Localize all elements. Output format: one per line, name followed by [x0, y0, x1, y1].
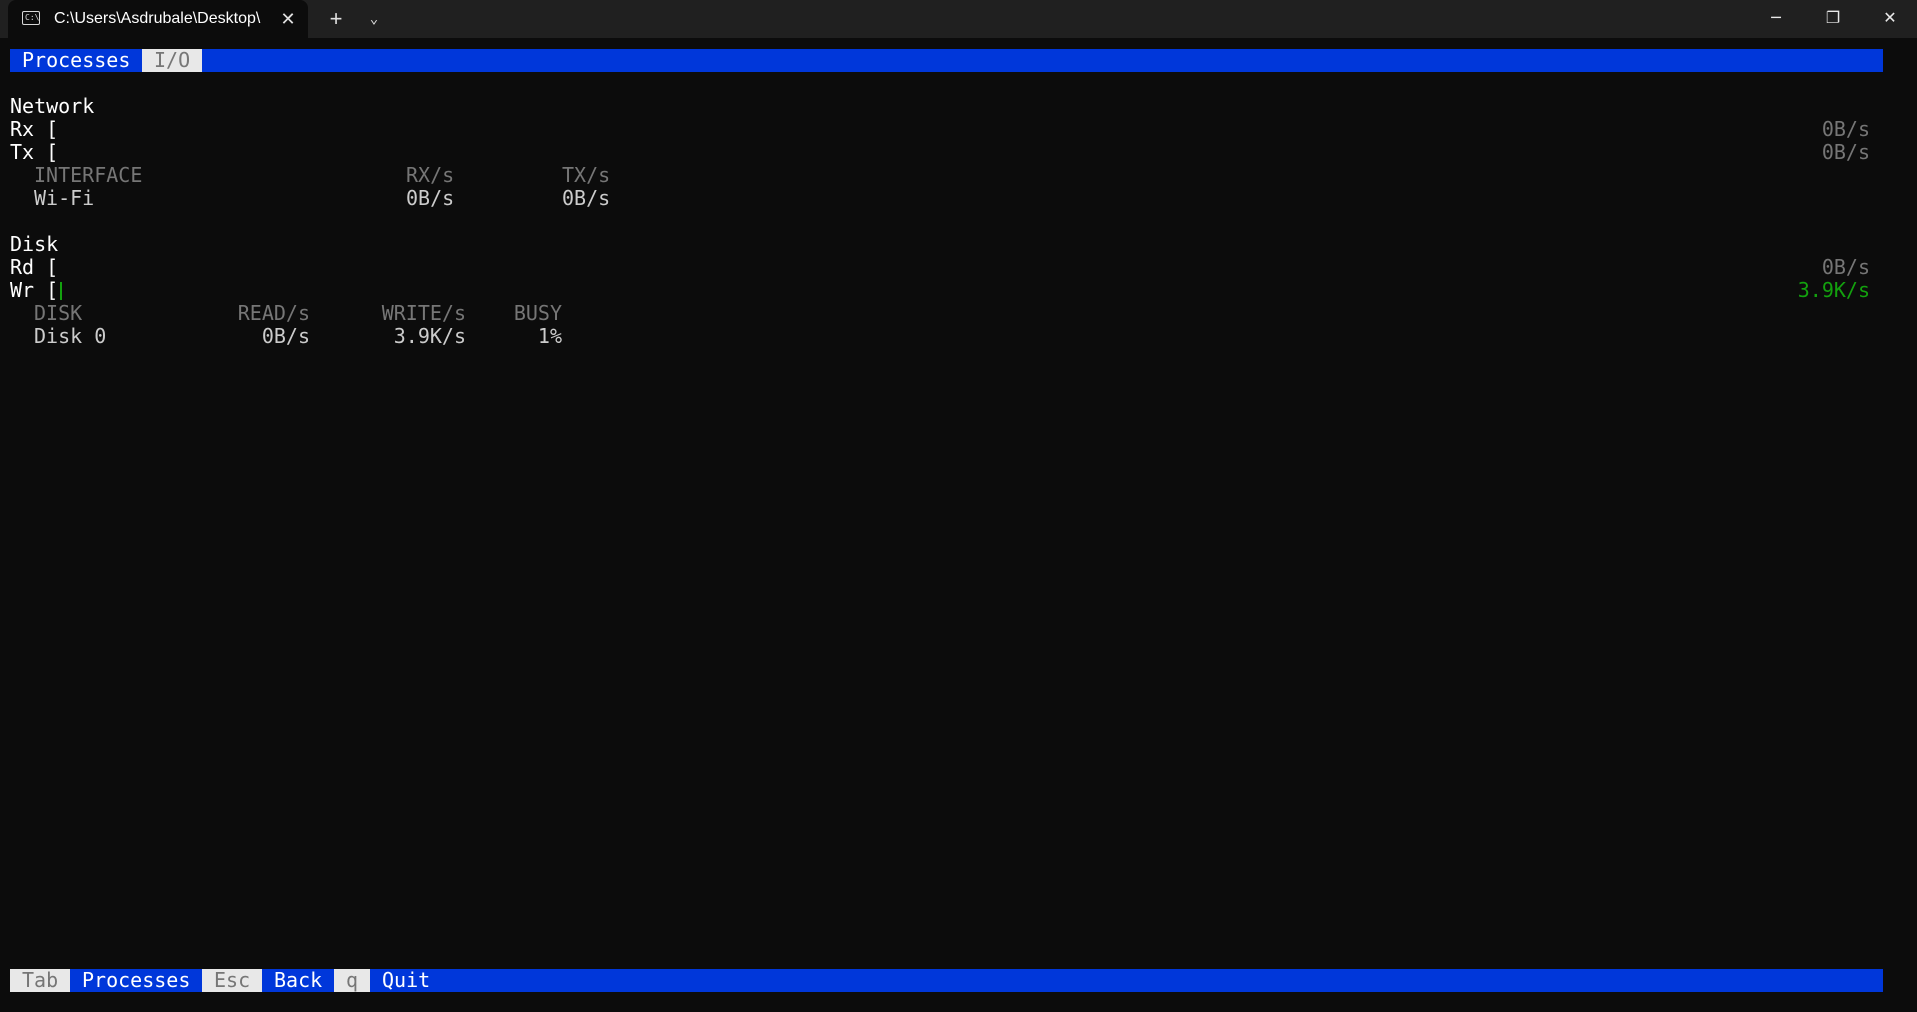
- wr-rate: 3.9K/s: [1797, 278, 1870, 302]
- window-titlebar: C:\ C:\Users\Asdrubale\Desktop\ ✕ + ⌄ ─ …: [0, 0, 1917, 38]
- view-tab-bar: Processes I/O: [10, 49, 1883, 72]
- disk-row-busy: 1%: [537, 324, 562, 348]
- tab-key-hint[interactable]: Tab: [10, 969, 70, 992]
- rx-meter-label: Rx [: [10, 117, 59, 141]
- rd-meter-label: Rd [: [10, 255, 59, 279]
- network-col-tx: TX/s: [562, 163, 611, 187]
- disk-col-disk: DISK: [34, 301, 83, 325]
- tab-title: C:\Users\Asdrubale\Desktop\: [54, 10, 261, 27]
- disk-row-write: 3.9K/s: [393, 324, 466, 348]
- chevron-down-icon[interactable]: ⌄: [360, 5, 388, 33]
- network-col-rx: RX/s: [406, 163, 455, 187]
- terminal-tab[interactable]: C:\ C:\Users\Asdrubale\Desktop\ ✕: [8, 0, 308, 38]
- network-row-interface: Wi-Fi: [34, 186, 95, 210]
- disk-row-name: Disk 0: [34, 324, 107, 348]
- footer-key-bar: Tab Processes Esc Back q Quit: [10, 969, 1883, 992]
- network-col-interface: INTERFACE: [34, 163, 143, 187]
- terminal-icon: C:\: [22, 11, 40, 25]
- tx-rate: 0B/s: [1821, 140, 1870, 164]
- maximize-button[interactable]: ❐: [1809, 0, 1857, 38]
- wr-meter: Wr [: [10, 278, 63, 302]
- tab-processes[interactable]: Processes: [10, 49, 142, 72]
- disk-heading: Disk: [10, 232, 59, 256]
- tab-key-action[interactable]: Processes: [70, 969, 202, 992]
- tx-meter-label: Tx [: [10, 140, 59, 164]
- rx-rate: 0B/s: [1821, 117, 1870, 141]
- wr-meter-label: Wr [: [10, 278, 59, 302]
- network-row-tx: 0B/s: [562, 186, 611, 210]
- network-heading: Network: [10, 94, 95, 118]
- network-row-rx: 0B/s: [406, 186, 455, 210]
- disk-col-busy: BUSY: [513, 301, 562, 325]
- minimize-button[interactable]: ─: [1752, 0, 1800, 38]
- disk-col-read: READ/s: [237, 301, 310, 325]
- q-key-hint[interactable]: q: [334, 969, 370, 992]
- tab-io[interactable]: I/O: [142, 49, 202, 72]
- new-tab-button[interactable]: +: [322, 5, 350, 33]
- disk-row-read: 0B/s: [261, 324, 310, 348]
- esc-key-hint[interactable]: Esc: [202, 969, 262, 992]
- rd-rate: 0B/s: [1821, 255, 1870, 279]
- esc-key-action[interactable]: Back: [262, 969, 334, 992]
- disk-col-write: WRITE/s: [381, 301, 466, 325]
- close-tab-icon[interactable]: ✕: [276, 7, 300, 31]
- q-key-action[interactable]: Quit: [370, 969, 442, 992]
- close-window-button[interactable]: ✕: [1866, 0, 1914, 38]
- wr-meter-fill: [60, 282, 63, 300]
